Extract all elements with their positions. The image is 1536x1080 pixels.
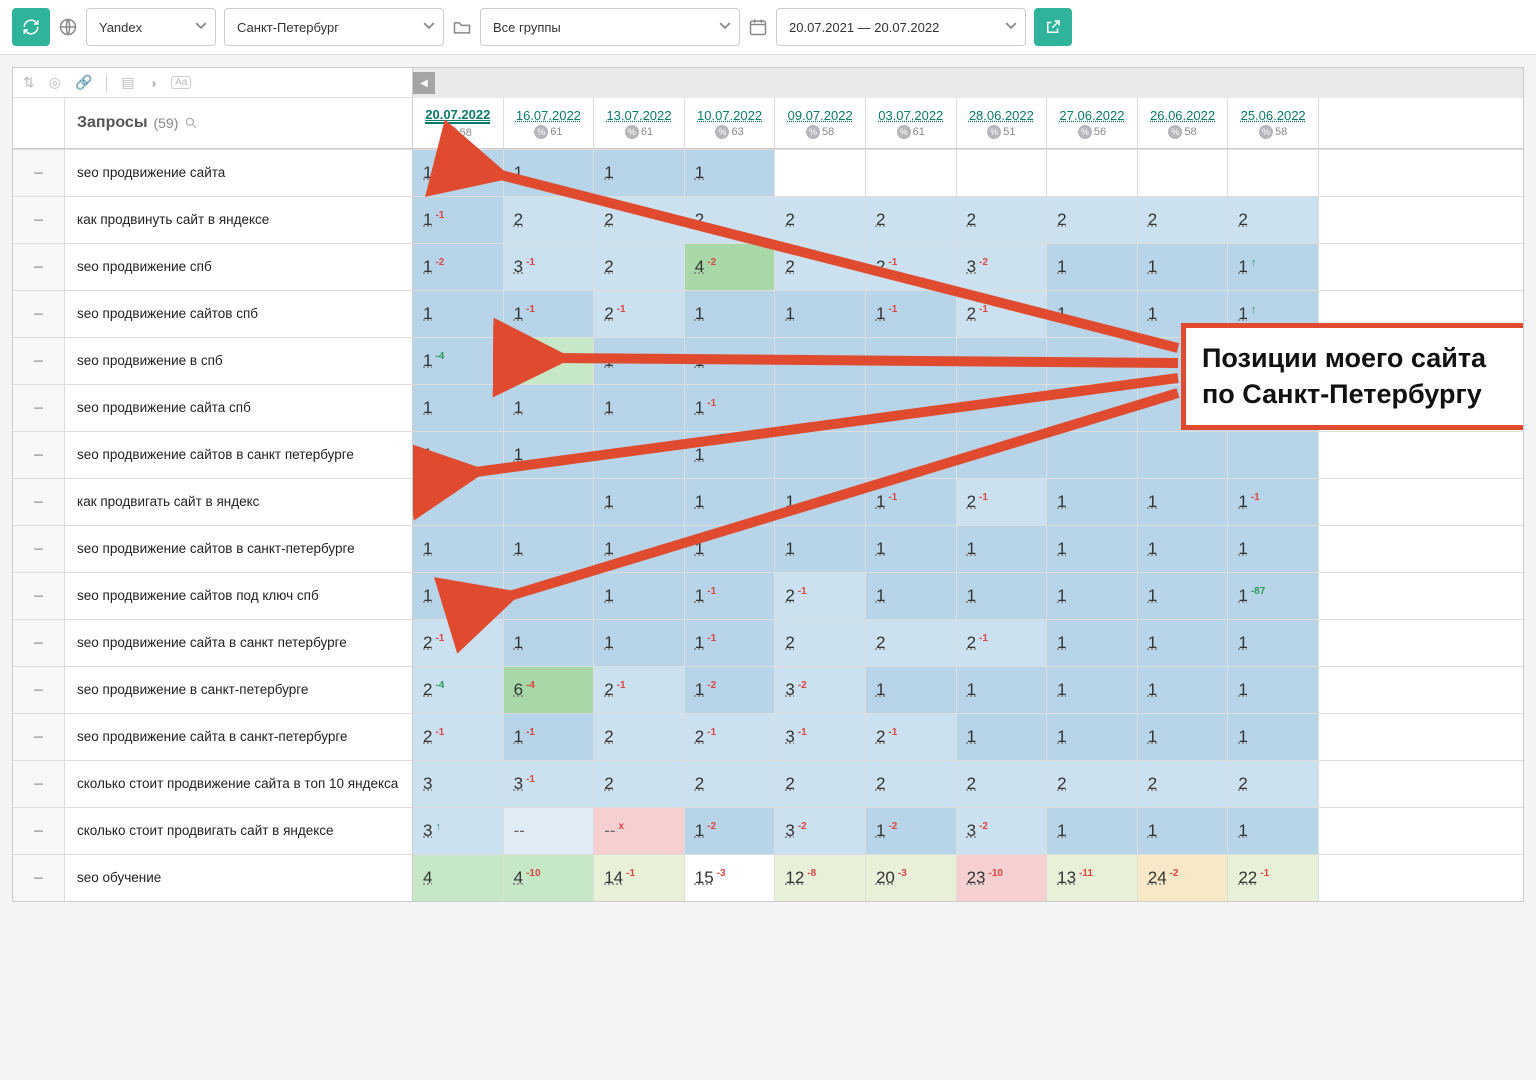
page-icon[interactable]: ▤: [121, 74, 134, 91]
query-tools-row: ⇅ ◎ 🔗 ▤ ◑ Aa: [13, 68, 412, 98]
groups-value: Все группы: [493, 20, 561, 35]
query-row: − seo продвижение в санкт-петербурге: [13, 666, 412, 713]
toolbar: Yandex Санкт-Петербург Все группы 20.07.…: [0, 0, 1536, 55]
expand-row-button[interactable]: −: [13, 244, 65, 290]
date-range-select[interactable]: 20.07.2021 — 20.07.2022: [776, 8, 1026, 46]
expand-all-column: [13, 98, 65, 148]
date-range-value: 20.07.2021 — 20.07.2022: [789, 20, 939, 35]
query-text[interactable]: сколько стоит продвигать сайт в яндексе: [65, 808, 412, 854]
query-text[interactable]: seo продвижение сайтов в санкт петербург…: [65, 432, 412, 478]
sort-icon[interactable]: ⇅: [23, 74, 35, 91]
query-text[interactable]: seo продвижение сайтов под ключ спб: [65, 573, 412, 619]
positions-table: ⇅ ◎ 🔗 ▤ ◑ Aa Запросы (59) − seo продвиже…: [12, 67, 1524, 902]
query-row: − seo продвижение сайта: [13, 149, 412, 196]
positions-grid: ◀ 20.07.2022 %5816.07.2022 %6113.07.2022…: [413, 68, 1523, 901]
queries-column: ⇅ ◎ 🔗 ▤ ◑ Aa Запросы (59) − seo продвиже…: [13, 68, 413, 901]
query-text[interactable]: как продвинуть сайт в яндексе: [65, 197, 412, 243]
query-row: − seo продвижение сайта в санкт петербур…: [13, 619, 412, 666]
query-text[interactable]: seo продвижение спб: [65, 244, 412, 290]
query-row: − seo продвижение сайтов в санкт-петербу…: [13, 525, 412, 572]
query-row: − seo продвижение сайтов в санкт петербу…: [13, 431, 412, 478]
expand-row-button[interactable]: −: [13, 432, 65, 478]
calendar-icon: [748, 17, 768, 37]
query-text[interactable]: как продвигать сайт в яндекс: [65, 479, 412, 525]
query-row: − как продвинуть сайт в яндексе: [13, 196, 412, 243]
expand-row-button[interactable]: −: [13, 573, 65, 619]
query-text[interactable]: seo продвижение сайта: [65, 150, 412, 196]
expand-row-button[interactable]: −: [13, 291, 65, 337]
query-row: − seo продвижение в спб: [13, 337, 412, 384]
query-row: − сколько стоит продвигать сайт в яндекс…: [13, 807, 412, 854]
expand-row-button[interactable]: −: [13, 855, 65, 901]
expand-row-button[interactable]: −: [13, 385, 65, 431]
chevron-down-icon: [1005, 20, 1017, 35]
region-value: Санкт-Петербург: [237, 20, 339, 35]
expand-row-button[interactable]: −: [13, 526, 65, 572]
annotation-arrow: [413, 68, 1319, 888]
queries-header: Запросы (59): [65, 98, 412, 148]
search-engine-select[interactable]: Yandex: [86, 8, 216, 46]
target-icon[interactable]: ◎: [49, 74, 61, 91]
expand-row-button[interactable]: −: [13, 479, 65, 525]
expand-row-button[interactable]: −: [13, 197, 65, 243]
coin-icon[interactable]: ◑: [149, 75, 157, 91]
expand-row-button[interactable]: −: [13, 761, 65, 807]
query-row: − seo продвижение спб: [13, 243, 412, 290]
search-engine-value: Yandex: [99, 20, 142, 35]
query-text[interactable]: seo продвижение сайта спб: [65, 385, 412, 431]
export-button[interactable]: [1034, 8, 1072, 46]
groups-select[interactable]: Все группы: [480, 8, 740, 46]
link-icon[interactable]: 🔗: [75, 74, 92, 91]
globe-icon: [58, 17, 78, 37]
query-text[interactable]: seo продвижение сайтов в санкт-петербург…: [65, 526, 412, 572]
folder-icon: [452, 17, 472, 37]
expand-row-button[interactable]: −: [13, 150, 65, 196]
query-text[interactable]: seo продвижение сайта в санкт-петербурге: [65, 714, 412, 760]
expand-row-button[interactable]: −: [13, 620, 65, 666]
expand-row-button[interactable]: −: [13, 714, 65, 760]
expand-row-button[interactable]: −: [13, 667, 65, 713]
query-text[interactable]: seo продвижение сайтов спб: [65, 291, 412, 337]
query-row: − seo продвижение сайтов под ключ спб: [13, 572, 412, 619]
query-row: − seo продвижение сайтов спб: [13, 290, 412, 337]
annotation-box: Позиции моего сайта по Санкт-Петербургу: [1181, 323, 1523, 430]
query-text[interactable]: seo обучение: [65, 855, 412, 901]
chevron-down-icon: [195, 20, 207, 35]
text-icon[interactable]: Aa: [171, 76, 191, 89]
chevron-down-icon: [719, 20, 731, 35]
query-row: − как продвигать сайт в яндекс: [13, 478, 412, 525]
expand-row-button[interactable]: −: [13, 808, 65, 854]
search-icon[interactable]: [184, 116, 198, 130]
query-row: − сколько стоит продвижение сайта в топ …: [13, 760, 412, 807]
chevron-down-icon: [423, 20, 435, 35]
region-select[interactable]: Санкт-Петербург: [224, 8, 444, 46]
query-text[interactable]: сколько стоит продвижение сайта в топ 10…: [65, 761, 412, 807]
query-text[interactable]: seo продвижение в санкт-петербурге: [65, 667, 412, 713]
expand-row-button[interactable]: −: [13, 338, 65, 384]
query-row: − seo продвижение сайта в санкт-петербур…: [13, 713, 412, 760]
refresh-button[interactable]: [12, 8, 50, 46]
query-text[interactable]: seo продвижение сайта в санкт петербурге: [65, 620, 412, 666]
query-row: − seo продвижение сайта спб: [13, 384, 412, 431]
query-text[interactable]: seo продвижение в спб: [65, 338, 412, 384]
query-row: − seo обучение: [13, 854, 412, 901]
